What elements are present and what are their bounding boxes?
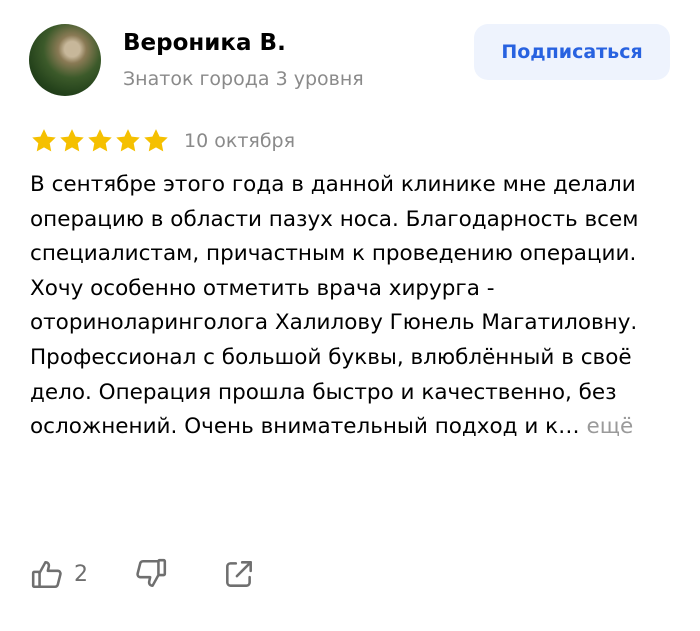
more-link[interactable]: ещё xyxy=(587,414,634,439)
subscribe-button[interactable]: Подписаться xyxy=(474,24,670,80)
thumbs-up-icon xyxy=(31,561,62,589)
review-text: В сентябре этого года в данной клинике м… xyxy=(30,168,675,445)
avatar[interactable] xyxy=(29,24,101,96)
review-body: В сентябре этого года в данной клинике м… xyxy=(30,172,639,440)
thumbs-down-icon xyxy=(136,558,167,587)
star-icon xyxy=(88,129,112,152)
star-icon xyxy=(116,129,140,152)
share-icon xyxy=(226,561,252,587)
star-icon xyxy=(60,129,84,152)
like-count: 2 xyxy=(74,561,88,587)
like-button[interactable]: 2 xyxy=(30,556,88,592)
author-level: Знаток города 3 уровня xyxy=(123,68,364,90)
author-name[interactable]: Вероника В. xyxy=(123,30,286,56)
share-button[interactable] xyxy=(222,556,256,592)
star-icon xyxy=(144,129,168,152)
review-date: 10 октября xyxy=(184,130,296,152)
dislike-button[interactable] xyxy=(134,556,168,592)
star-icon xyxy=(32,129,56,152)
star-rating xyxy=(30,126,170,156)
